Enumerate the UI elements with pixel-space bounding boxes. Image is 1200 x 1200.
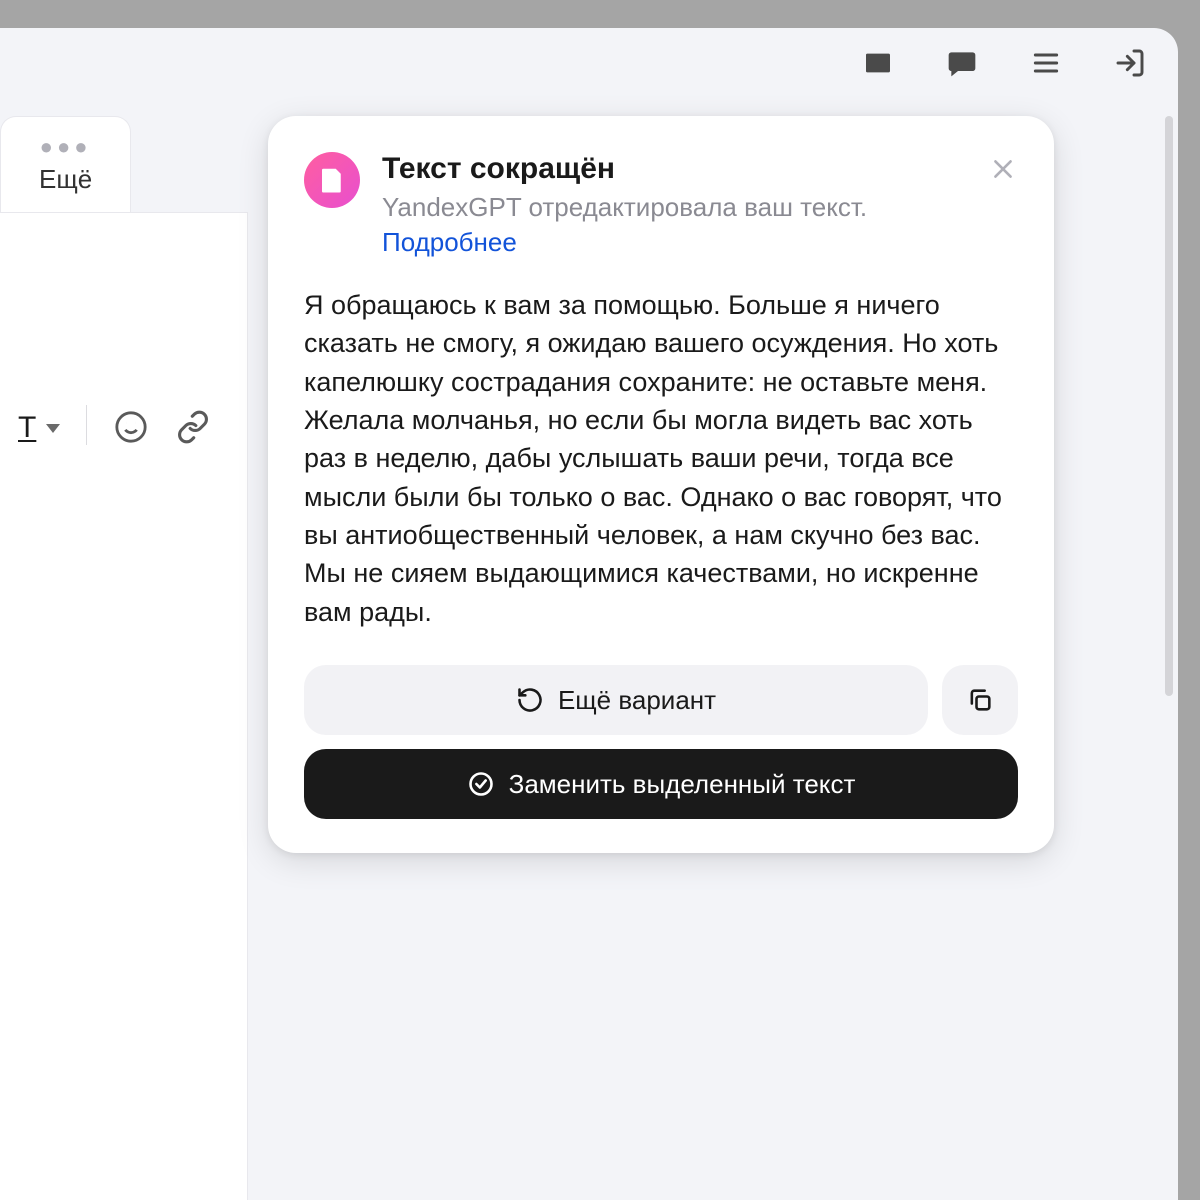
replace-label: Заменить выделенный текст	[509, 769, 856, 800]
tab-row: ●●● Ещё	[0, 116, 248, 212]
mail-icon[interactable]	[860, 45, 896, 81]
regenerate-button[interactable]: Ещё вариант	[304, 665, 928, 735]
refresh-icon	[516, 686, 544, 714]
toolbar-divider	[86, 405, 87, 445]
left-panel: ●●● Ещё T	[0, 116, 248, 1200]
ai-suggestion-popup: Текст сокращён YandexGPT отредактировала…	[268, 116, 1054, 853]
link-button[interactable]	[175, 409, 211, 445]
copy-button[interactable]	[942, 665, 1018, 735]
regenerate-label: Ещё вариант	[558, 685, 716, 716]
dots-icon: ●●●	[40, 134, 92, 160]
popup-title-block: Текст сокращён YandexGPT отредактировала…	[382, 152, 966, 258]
editor-body: T	[0, 212, 248, 1200]
tab-more-label: Ещё	[39, 164, 92, 195]
text-format-button[interactable]: T	[18, 411, 60, 445]
emoji-button[interactable]	[113, 409, 149, 445]
scrollbar-thumb[interactable]	[1165, 116, 1173, 696]
editor-toolbar: T	[0, 213, 247, 473]
tab-more[interactable]: ●●● Ещё	[0, 116, 131, 212]
chat-icon[interactable]	[944, 45, 980, 81]
popup-header: Текст сокращён YandexGPT отредактировала…	[304, 152, 1018, 258]
login-icon[interactable]	[1112, 45, 1148, 81]
chevron-down-icon	[46, 424, 60, 433]
menu-icon[interactable]	[1028, 45, 1064, 81]
text-format-label: T	[18, 411, 36, 445]
popup-title: Текст сокращён	[382, 152, 966, 186]
learn-more-link[interactable]: Подробнее	[382, 227, 517, 258]
scrollbar[interactable]	[1164, 116, 1174, 736]
top-bar	[0, 28, 1178, 98]
replace-text-button[interactable]: Заменить выделенный текст	[304, 749, 1018, 819]
copy-icon	[966, 686, 994, 714]
check-circle-icon	[467, 770, 495, 798]
suggested-text: Я обращаюсь к вам за помощью. Больше я н…	[304, 286, 1018, 631]
popup-subtitle: YandexGPT отредактировала ваш текст.	[382, 190, 966, 225]
popup-actions-row: Ещё вариант	[304, 665, 1018, 735]
document-edit-icon	[304, 152, 360, 208]
close-button[interactable]	[988, 154, 1018, 184]
